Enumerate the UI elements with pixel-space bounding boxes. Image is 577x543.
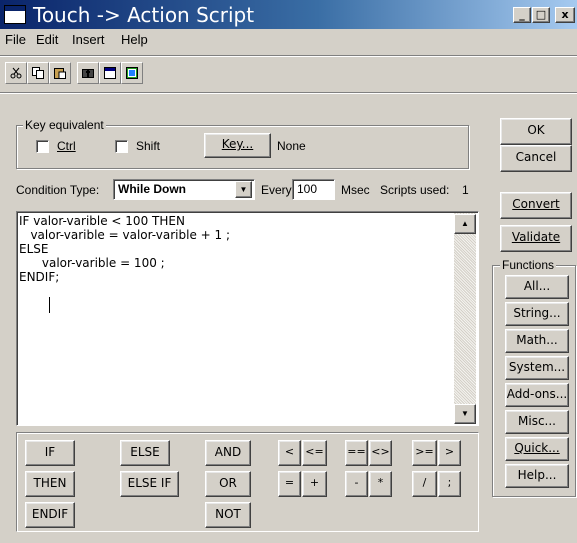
scroll-down-icon[interactable]: ▼: [454, 404, 476, 424]
copy-icon[interactable]: [27, 62, 49, 84]
op-minus-button[interactable]: -: [345, 471, 368, 497]
every-label: Every: [261, 183, 292, 197]
functions-addons-button[interactable]: Add-ons...: [505, 383, 569, 407]
script-line-2: valor-varible = valor-varible + 1 ;: [19, 228, 231, 242]
if-button[interactable]: IF: [25, 440, 75, 466]
validate-button[interactable]: Validate: [500, 225, 572, 252]
scripts-used-label: Scripts used:: [380, 183, 450, 197]
app-window-icon: [4, 5, 26, 24]
functions-system-button[interactable]: System...: [505, 356, 569, 380]
every-input[interactable]: 100: [292, 179, 335, 200]
then-button[interactable]: THEN: [25, 471, 75, 497]
op-greater-equal-button[interactable]: >=: [412, 440, 437, 466]
condition-type-label: Condition Type:: [16, 183, 100, 197]
toolbar-separator-top: [0, 55, 577, 57]
title-bar[interactable]: Touch -> Action Script _ □ x: [0, 0, 577, 29]
functions-quick-button[interactable]: Quick...: [505, 437, 569, 461]
text-caret: [49, 297, 50, 313]
not-button[interactable]: NOT: [205, 502, 251, 528]
ctrl-checkbox[interactable]: [36, 140, 49, 153]
maximize-button[interactable]: □: [532, 7, 550, 23]
endif-button[interactable]: ENDIF: [25, 502, 75, 528]
menu-edit[interactable]: Edit: [36, 32, 58, 47]
close-button[interactable]: x: [555, 7, 575, 23]
op-divide-button[interactable]: /: [412, 471, 437, 497]
condition-type-value: While Down: [118, 182, 186, 196]
else-if-button[interactable]: ELSE IF: [120, 471, 179, 497]
op-plus-button[interactable]: +: [302, 471, 327, 497]
script-line-3: ELSE: [19, 242, 49, 256]
and-button[interactable]: AND: [205, 440, 251, 466]
chevron-down-icon[interactable]: ▼: [235, 181, 252, 198]
functions-misc-button[interactable]: Misc...: [505, 410, 569, 434]
op-multiply-button[interactable]: *: [369, 471, 392, 497]
key-value: None: [277, 139, 306, 153]
find-icon[interactable]: [77, 62, 99, 84]
functions-help-button[interactable]: Help...: [505, 464, 569, 488]
cut-icon[interactable]: [5, 62, 27, 84]
scripts-used-value: 1: [462, 183, 469, 197]
op-less-than-button[interactable]: <: [278, 440, 301, 466]
else-button[interactable]: ELSE: [120, 440, 170, 466]
scroll-up-icon[interactable]: ▲: [454, 214, 476, 234]
functions-group: [492, 265, 576, 497]
paste-icon[interactable]: [49, 62, 71, 84]
ctrl-label[interactable]: Ctrl: [57, 139, 76, 153]
every-value: 100: [297, 182, 318, 196]
op-not-equal-button[interactable]: <>: [369, 440, 392, 466]
functions-all-button[interactable]: All...: [505, 275, 569, 299]
op-less-equal-button[interactable]: <=: [302, 440, 327, 466]
or-button[interactable]: OR: [205, 471, 251, 497]
op-assign-button[interactable]: =: [278, 471, 301, 497]
key-equivalent-legend: Key equivalent: [23, 118, 106, 132]
script-editor[interactable]: [16, 211, 479, 426]
op-greater-than-button[interactable]: >: [438, 440, 461, 466]
script-line-1: IF valor-varible < 100 THEN: [19, 214, 185, 228]
shift-label[interactable]: Shift: [136, 139, 160, 153]
functions-legend: Functions: [500, 258, 557, 272]
functions-string-button[interactable]: String...: [505, 302, 569, 326]
ok-button[interactable]: OK: [500, 118, 572, 145]
image-icon[interactable]: [121, 62, 143, 84]
minimize-button[interactable]: _: [513, 7, 531, 23]
menu-insert[interactable]: Insert: [72, 32, 105, 47]
menu-bar: File Edit Insert Help: [0, 30, 577, 50]
key-button[interactable]: Key...: [204, 133, 271, 158]
script-line-4: valor-varible = 100 ;: [19, 256, 165, 270]
shift-checkbox[interactable]: [115, 140, 128, 153]
window-title: Touch -> Action Script: [33, 3, 255, 27]
msec-label: Msec: [341, 183, 370, 197]
script-line-5: ENDIF;: [19, 270, 60, 284]
menu-file[interactable]: File: [5, 32, 26, 47]
convert-button[interactable]: Convert: [500, 192, 572, 219]
editor-scrollbar[interactable]: [454, 213, 476, 424]
functions-math-button[interactable]: Math...: [505, 329, 569, 353]
cancel-button[interactable]: Cancel: [500, 145, 572, 172]
toolbar-separator-bottom: [0, 92, 577, 94]
op-semicolon-button[interactable]: ;: [438, 471, 461, 497]
menu-help[interactable]: Help: [121, 32, 148, 47]
op-equal-button[interactable]: ==: [345, 440, 368, 466]
window-icon[interactable]: [99, 62, 121, 84]
condition-type-select[interactable]: While Down ▼: [113, 179, 255, 200]
